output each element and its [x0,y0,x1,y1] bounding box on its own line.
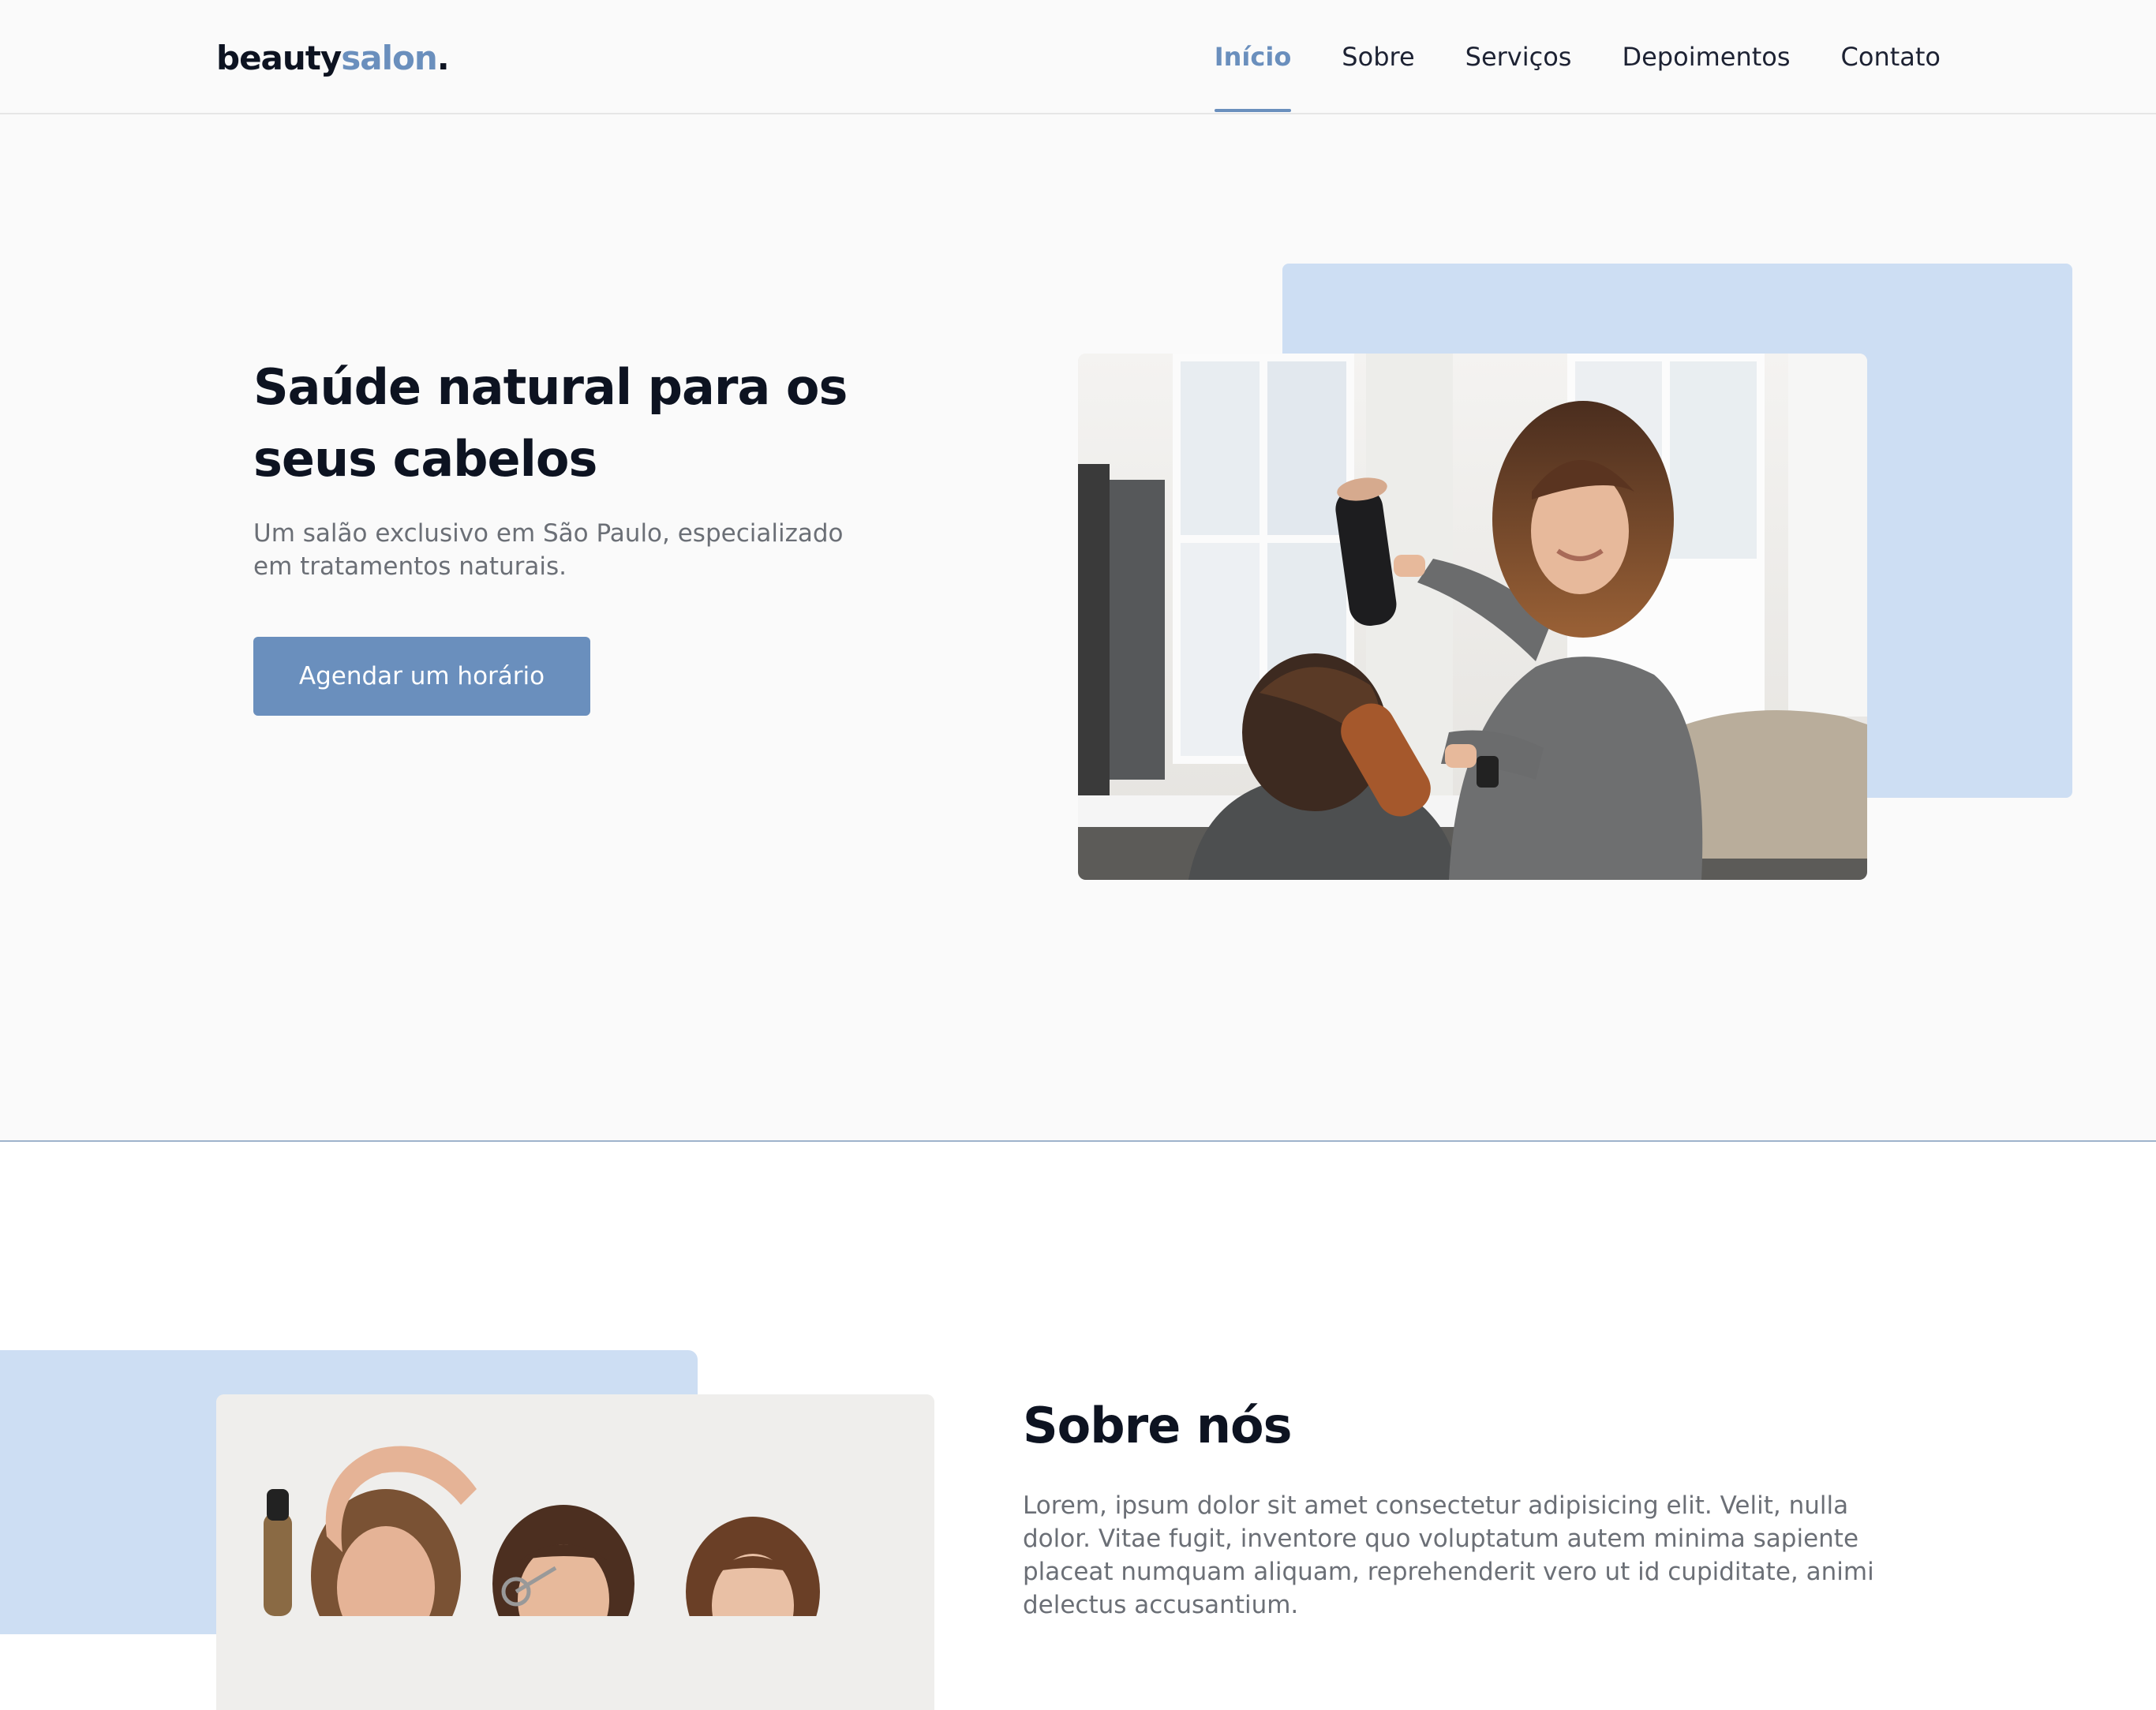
brand-name-primary: beauty [216,39,342,77]
about-title: Sobre nós [1023,1397,1292,1454]
site-header: beautysalon. Início Sobre Serviços Depoi… [0,0,2156,114]
nav-item-depoimentos[interactable]: Depoimentos [1622,0,1790,114]
nav-item-servicos[interactable]: Serviços [1465,0,1572,114]
salon-team-illustration [216,1394,934,1667]
schedule-appointment-button[interactable]: Agendar um horário [253,637,590,716]
hero-photo [1078,354,1867,880]
hair-salon-illustration [1078,354,1867,880]
about-text: Lorem, ipsum dolor sit amet consectetur … [1023,1491,1874,1619]
nav-item-inicio[interactable]: Início [1214,0,1291,114]
hero-title: Saúde natural para os seus cabelos [253,358,848,488]
about-section: Sobre nós Lorem, ipsum dolor sit amet co… [0,1142,2156,1710]
brand-name-accent: salon [341,39,437,77]
nav-item-sobre[interactable]: Sobre [1342,0,1414,114]
brand-logo[interactable]: beautysalon. [216,35,450,82]
hero-section: Saúde natural para os seus cabelos Um sa… [0,114,2156,1142]
hero-subtitle: Um salão exclusivo em São Paulo, especia… [253,519,844,581]
brand-name-suffix: . [436,39,450,77]
about-team-photo [216,1394,934,1710]
main-nav: Início Sobre Serviços Depoimentos Contat… [1164,0,1941,114]
nav-item-contato[interactable]: Contato [1841,0,1941,114]
